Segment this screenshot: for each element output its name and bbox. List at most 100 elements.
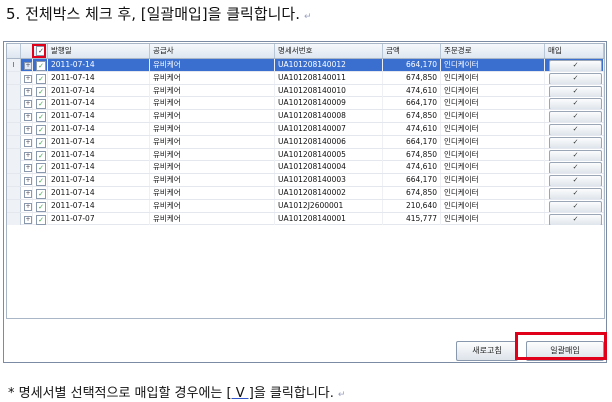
header-supplier[interactable]: 공급사 xyxy=(150,44,275,58)
purchase-check-button[interactable]: ✓ xyxy=(549,60,602,71)
table-row[interactable]: + ✓ 2011-07-14 유비케어 UA101208140009 664,170 인디케… xyxy=(7,97,604,111)
expand-cell: + xyxy=(21,122,33,135)
expand-cell: + xyxy=(21,212,33,225)
header-statement-number[interactable]: 명세서번호 xyxy=(275,44,383,58)
table-row[interactable]: + ✓ 2011-07-14 유비케어 UA1012J2600001 210,640 인디케… xyxy=(7,199,604,213)
purchase-check-button[interactable]: ✓ xyxy=(549,187,602,199)
header-purchase[interactable]: 매입 xyxy=(545,44,604,58)
expand-icon[interactable]: + xyxy=(24,164,32,173)
order-route-cell: 인디케이터 xyxy=(441,148,545,161)
purchase-check-button[interactable]: ✓ xyxy=(549,136,602,148)
purchase-check-button[interactable]: ✓ xyxy=(549,175,602,187)
issue-date-cell: 2011-07-14 xyxy=(48,59,150,71)
statement-number-cell: UA101208140009 xyxy=(275,97,383,110)
table-row[interactable]: + ✓ 2011-07-14 유비케어 UA101208140006 664,170 인디케… xyxy=(7,135,604,149)
statement-number-cell: UA1012J2600001 xyxy=(275,199,383,212)
table-row[interactable]: + ✓ 2011-07-14 유비케어 UA101208140004 474,610 인디케… xyxy=(7,161,604,175)
row-checkbox[interactable]: ✓ xyxy=(36,163,46,174)
footnote-prefix: * 명세서별 선택적으로 매입할 경우에는 xyxy=(8,386,227,401)
table-row[interactable]: + ✓ 2011-07-14 유비케어 UA101208140011 674,850 인디케… xyxy=(7,71,604,85)
expand-icon[interactable]: + xyxy=(24,74,32,83)
amount-cell: 664,170 xyxy=(383,97,441,110)
header-amount[interactable]: 금액 xyxy=(383,44,441,58)
purchase-check-button[interactable]: ✓ xyxy=(549,72,602,84)
purchase-check-button[interactable]: ✓ xyxy=(549,123,602,135)
row-checkbox[interactable]: ✓ xyxy=(36,61,46,71)
expand-cell: + xyxy=(21,161,33,174)
order-route-cell: 인디케이터 xyxy=(441,135,545,148)
check-cell: ✓ xyxy=(33,212,48,225)
row-indicator xyxy=(7,186,21,199)
purchase-check-button[interactable]: ✓ xyxy=(549,162,602,174)
row-checkbox[interactable]: ✓ xyxy=(36,150,46,161)
table-row[interactable]: + ✓ 2011-07-14 유비케어 UA101208140010 474,610 인디케… xyxy=(7,84,604,98)
row-checkbox[interactable]: ✓ xyxy=(36,86,46,97)
refresh-button[interactable]: 새로고침 xyxy=(456,341,518,361)
row-indicator xyxy=(7,174,21,187)
issue-date-cell: 2011-07-14 xyxy=(48,186,150,199)
grid-header: 발행일 공급사 명세서번호 금액 주문경로 매입 ✓ xyxy=(7,44,604,59)
statement-number-cell: UA101208140001 xyxy=(275,212,383,225)
purchase-check-button[interactable]: ✓ xyxy=(549,98,602,110)
instruction-text: 5. 전체박스 체크 후, [일괄매입]을 클릭합니다. xyxy=(6,5,300,23)
expand-icon[interactable]: + xyxy=(24,100,32,109)
supplier-cell: 유비케어 xyxy=(150,97,275,110)
purchase-check-button[interactable]: ✓ xyxy=(549,200,602,212)
row-checkbox[interactable]: ✓ xyxy=(36,124,46,135)
select-all-highlight xyxy=(32,44,46,58)
expand-icon[interactable]: + xyxy=(24,87,32,96)
amount-cell: 674,850 xyxy=(383,186,441,199)
issue-date-cell: 2011-07-14 xyxy=(48,110,150,123)
check-cell: ✓ xyxy=(33,199,48,212)
expand-icon[interactable]: + xyxy=(24,113,32,122)
row-checkbox[interactable]: ✓ xyxy=(36,176,46,187)
statement-number-cell: UA101208140004 xyxy=(275,161,383,174)
expand-icon[interactable]: + xyxy=(24,138,32,147)
issue-date-cell: 2011-07-14 xyxy=(48,199,150,212)
expand-icon[interactable]: + xyxy=(24,189,32,198)
statement-grid: 발행일 공급사 명세서번호 금액 주문경로 매입 ✓ I + ✓ 2011-07-14… xyxy=(6,43,605,319)
purchase-check-button[interactable]: ✓ xyxy=(549,213,602,225)
expand-cell: + xyxy=(21,59,33,71)
purchase-check-button[interactable]: ✓ xyxy=(549,149,602,161)
statement-number-cell: UA101208140003 xyxy=(275,174,383,187)
amount-cell: 664,170 xyxy=(383,59,441,71)
purchase-cell: ✓ xyxy=(545,122,604,135)
order-route-cell: 인디케이터 xyxy=(441,84,545,97)
row-checkbox[interactable]: ✓ xyxy=(36,137,46,148)
row-checkbox[interactable]: ✓ xyxy=(36,201,46,212)
table-row[interactable]: + ✓ 2011-07-14 유비케어 UA101208140003 664,170 인디케… xyxy=(7,174,604,187)
row-checkbox[interactable]: ✓ xyxy=(36,112,46,123)
row-checkbox[interactable]: ✓ xyxy=(36,214,46,225)
instruction-heading: 5. 전체박스 체크 후, [일괄매입]을 클릭합니다. ↵ xyxy=(6,3,312,24)
expand-icon[interactable]: + xyxy=(24,177,32,186)
expand-icon[interactable]: + xyxy=(24,62,32,70)
table-row[interactable]: + ✓ 2011-07-14 유비케어 UA101208140007 474,610 인디케… xyxy=(7,122,604,136)
expand-icon[interactable]: + xyxy=(24,151,32,160)
table-row[interactable]: I + ✓ 2011-07-14 유비케어 UA101208140012 664,170 인디… xyxy=(7,59,604,72)
order-route-cell: 인디케이터 xyxy=(441,122,545,135)
header-order-route[interactable]: 주문경로 xyxy=(441,44,545,58)
amount-cell: 474,610 xyxy=(383,84,441,97)
row-indicator xyxy=(7,110,21,123)
purchase-check-button[interactable]: ✓ xyxy=(549,111,602,123)
expand-icon[interactable]: + xyxy=(24,215,32,224)
purchase-cell: ✓ xyxy=(545,110,604,123)
header-indicator xyxy=(7,44,21,58)
purchase-check-button[interactable]: ✓ xyxy=(549,85,602,97)
row-indicator xyxy=(7,97,21,110)
row-checkbox[interactable]: ✓ xyxy=(36,99,46,110)
issue-date-cell: 2011-07-14 xyxy=(48,84,150,97)
table-row[interactable]: + ✓ 2011-07-07 유비케어 UA101208140001 415,777 인디케… xyxy=(7,212,604,226)
purchase-cell: ✓ xyxy=(545,135,604,148)
table-row[interactable]: + ✓ 2011-07-14 유비케어 UA101208140005 674,850 인디케… xyxy=(7,148,604,162)
expand-icon[interactable]: + xyxy=(24,202,32,211)
table-row[interactable]: + ✓ 2011-07-14 유비케어 UA101208140002 674,850 인디케… xyxy=(7,186,604,200)
row-checkbox[interactable]: ✓ xyxy=(36,188,46,199)
amount-cell: 674,850 xyxy=(383,71,441,84)
table-row[interactable]: + ✓ 2011-07-14 유비케어 UA101208140008 674,850 인디케… xyxy=(7,110,604,123)
expand-icon[interactable]: + xyxy=(24,125,32,134)
order-route-cell: 인디케이터 xyxy=(441,97,545,110)
header-issue-date[interactable]: 발행일 xyxy=(48,44,150,58)
row-checkbox[interactable]: ✓ xyxy=(36,73,46,84)
